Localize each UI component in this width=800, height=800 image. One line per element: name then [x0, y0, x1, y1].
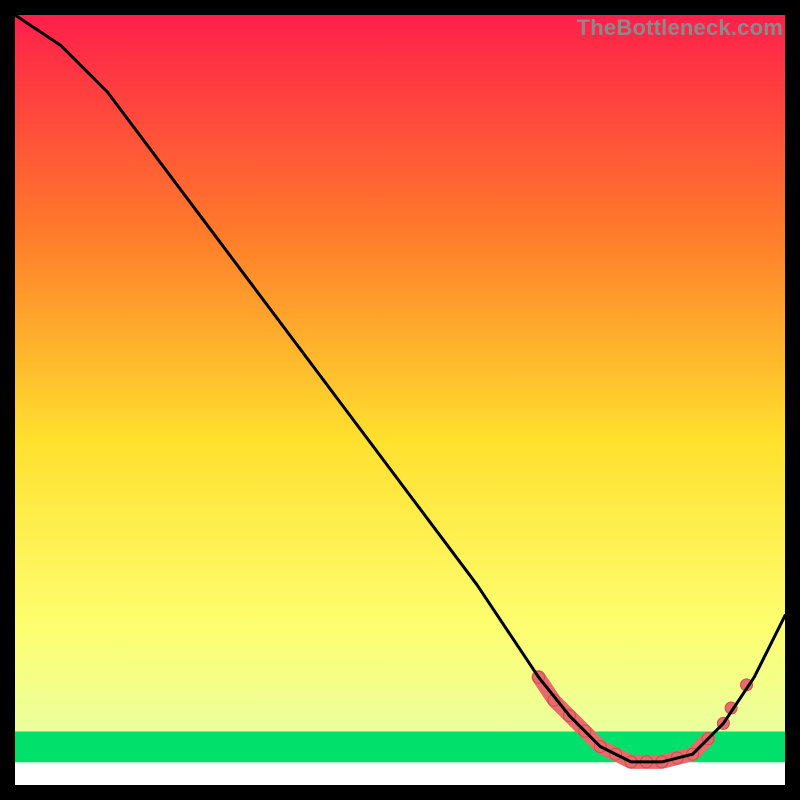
chart-frame: TheBottleneck.com [15, 15, 785, 785]
chart-svg [15, 15, 785, 785]
gradient-background [15, 15, 785, 785]
watermark-text: TheBottleneck.com [577, 15, 783, 41]
